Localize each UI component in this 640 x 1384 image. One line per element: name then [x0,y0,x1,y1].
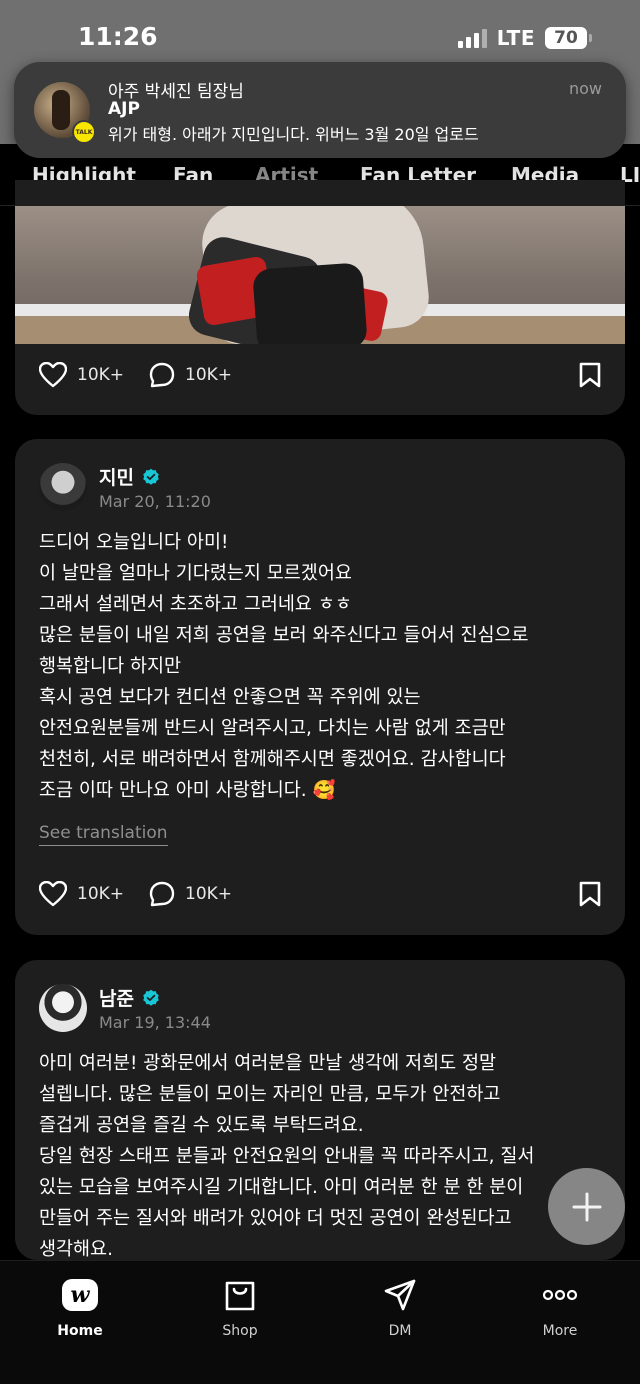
signal-icon [457,28,487,48]
verified-badge-icon [143,468,159,485]
bookmark-icon [579,362,601,388]
comment-count: 10K+ [185,365,233,385]
bottom-nav: w Home Shop DM More [0,1260,640,1384]
post-line: 드디어 오늘입니다 아미! [39,532,229,553]
like-count: 10K+ [77,884,125,904]
post-author[interactable]: 지민 [99,463,160,490]
post-line: 안전요원분들께 반드시 알려주시고, 다치는 사람 없게 조금만 [39,718,506,739]
author-name: 남준 [99,988,134,1010]
paper-plane-icon [384,1279,416,1311]
post-line: 즐겁게 공연을 즐길 수 있도록 부탁드려요. [39,1115,364,1136]
heart-icon [39,362,67,388]
like-button[interactable]: 10K+ [39,362,124,388]
post-author[interactable]: 남준 [99,984,160,1011]
comment-button[interactable]: 10K+ [149,881,232,907]
bookmark-button[interactable] [579,881,601,911]
create-post-button[interactable] [548,1168,625,1245]
more-dots-icon [542,1289,578,1301]
post-actions: 10K+ 10K+ [39,881,601,911]
like-button[interactable]: 10K+ [39,881,124,907]
notification-time: now [568,79,602,98]
post-line: 있는 모습을 보여주시길 기대합니다. 아미 여러분 한 분 한 분이 [39,1177,524,1198]
post-line: 아미 여러분! 광화문에서 여러분을 만날 생각에 저희도 정말 [39,1053,497,1074]
status-time: 11:26 [78,22,158,51]
nav-more[interactable]: More [510,1275,610,1339]
nav-home[interactable]: w Home [30,1275,130,1339]
comment-button[interactable]: 10K+ [149,362,232,388]
push-notification[interactable]: TALK 아주 박세진 팀장님 AJP 위가 태형. 아래가 지민입니다. 위버… [14,62,626,158]
kakaotalk-icon: TALK [72,120,96,144]
post-actions: 10K+ 10K+ [39,362,601,392]
comment-icon [149,362,175,388]
post-line: 설렙니다. 많은 분들이 모이는 자리인 만큼, 모두가 안전하고 [39,1084,501,1105]
post-date: Mar 19, 13:44 [99,1013,211,1032]
bookmark-button[interactable] [579,362,601,392]
post-line: 만들어 주는 질서와 배려가 있어야 더 멋진 공연이 완성된다고 [39,1208,512,1229]
post-line: 많은 분들이 내일 저희 공연을 보러 와주신다고 들어서 진심으로 [39,625,529,646]
battery-level: 70 [545,27,587,49]
post-line: 조금 이따 만나요 아미 사랑합니다. 🥰 [39,780,336,801]
plus-icon [572,1192,601,1221]
nav-dm[interactable]: DM [350,1275,450,1339]
notification-message: 위가 태형. 아래가 지민입니다. 위버느 3월 20일 업로드 [108,125,479,144]
network-type: LTE [496,26,535,50]
battery-icon: 70 [545,27,592,49]
post-line: 혹시 공연 보다가 컨디션 안좋으면 꼭 주위에 있는 [39,687,421,708]
author-name: 지민 [99,467,134,489]
post-line: 그래서 설레면서 초조하고 그러네요 ㅎㅎ [39,594,352,615]
nav-label: Shop [222,1323,258,1339]
shopping-bag-icon [225,1281,255,1311]
comment-icon [149,881,175,907]
verified-badge-icon [143,989,159,1006]
avatar[interactable] [39,463,87,511]
post-date: Mar 20, 11:20 [99,492,211,511]
comment-count: 10K+ [185,884,233,904]
post-line: 생각해요. [39,1239,113,1260]
post-body: 드디어 오늘입니다 아미! 이 날만을 얼마나 기다렸는지 모르겠어요 그래서 … [39,527,609,806]
like-count: 10K+ [77,365,125,385]
nav-label: More [542,1323,578,1339]
post-card-photo[interactable]: 10K+ 10K+ [15,180,625,415]
post-line: 천천히, 서로 배려하면서 함께해주시면 좋겠어요. 감사합니다 [39,749,506,770]
post-line: 행복합니다 하지만 [39,656,182,677]
avatar[interactable] [39,984,87,1032]
nav-label: DM [388,1323,412,1339]
post-card-namjoon[interactable]: 남준 Mar 19, 13:44 아미 여러분! 광화문에서 여러분을 만날 생… [15,960,625,1260]
see-translation-link[interactable]: See translation [39,823,168,846]
post-line: 당일 현장 스태프 분들과 안전요원의 안내를 꼭 따라주시고, 질서 [39,1146,535,1167]
bookmark-icon [579,881,601,907]
post-card-jimin[interactable]: 지민 Mar 20, 11:20 드디어 오늘입니다 아미! 이 날만을 얼마나… [15,439,625,935]
status-indicators: LTE 70 [457,26,592,50]
post-photo[interactable] [15,206,625,344]
heart-icon [39,881,67,907]
nav-shop[interactable]: Shop [190,1275,290,1339]
weverse-home-icon: w [62,1279,98,1311]
post-body: 아미 여러분! 광화문에서 여러분을 만날 생각에 저희도 정말 설렙니다. 많… [39,1048,609,1260]
post-line: 이 날만을 얼마나 기다렸는지 모르겠어요 [39,563,352,584]
nav-label: Home [57,1323,103,1339]
notification-sender: AJP [108,99,140,119]
